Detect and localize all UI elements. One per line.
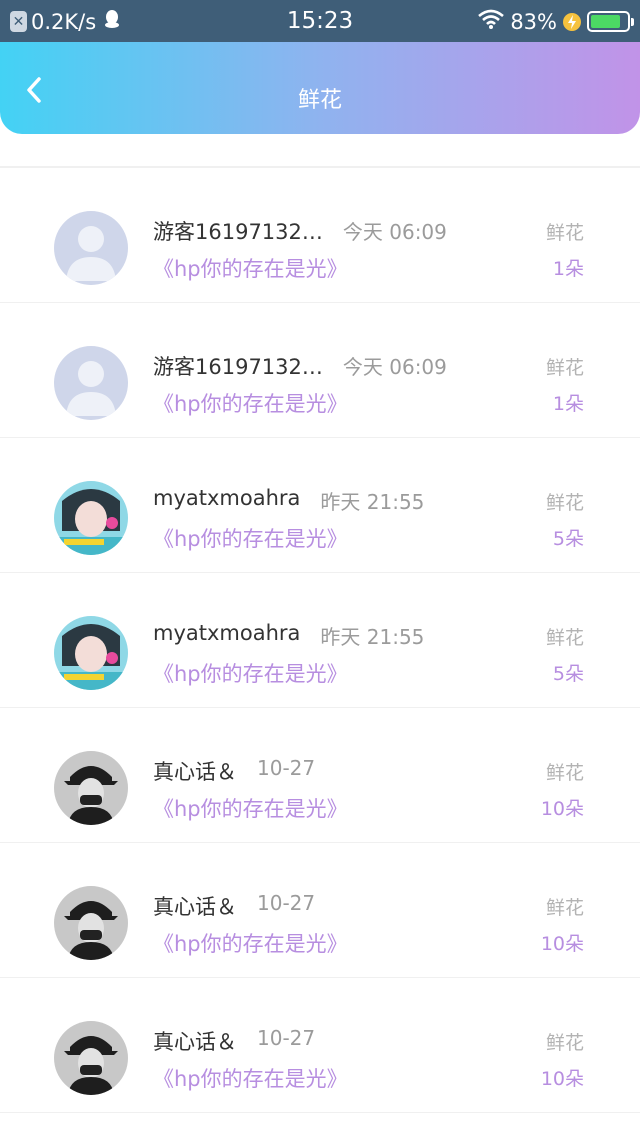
gift-type: 鲜花 xyxy=(545,357,584,379)
gift-count: 10朵 xyxy=(540,1068,584,1090)
book-title[interactable]: 《hp你的存在是光》 xyxy=(153,523,348,553)
book-title[interactable]: 《hp你的存在是光》 xyxy=(153,658,348,688)
gift-count: 5朵 xyxy=(552,528,584,550)
record-time: 昨天 21:55 xyxy=(320,625,425,649)
battery-icon xyxy=(587,11,634,32)
gift-type: 鲜花 xyxy=(545,762,584,784)
gift-count: 5朵 xyxy=(552,663,584,685)
flower-record-row[interactable]: 真心话＆ 10-27 《hp你的存在是光》 鲜花 10朵 xyxy=(0,708,640,843)
record-time: 今天 06:09 xyxy=(342,220,447,244)
flower-record-list: 游客16197132… 今天 06:09 《hp你的存在是光》 鲜花 1朵 游客… xyxy=(0,168,640,1113)
flower-record-row[interactable]: 真心话＆ 10-27 《hp你的存在是光》 鲜花 10朵 xyxy=(0,978,640,1113)
battery-percent: 83% xyxy=(510,9,557,34)
flower-record-row[interactable]: myatxmoahra 昨天 21:55 《hp你的存在是光》 鲜花 5朵 xyxy=(0,573,640,708)
avatar[interactable] xyxy=(54,751,128,825)
gift-type: 鲜花 xyxy=(545,492,584,514)
avatar[interactable] xyxy=(54,616,128,690)
user-name[interactable]: 真心话＆ xyxy=(153,891,237,921)
status-bar: ✕ 0.2K/s 15:23 83% xyxy=(0,0,640,42)
wifi-icon xyxy=(478,9,505,34)
flower-record-row[interactable]: 游客16197132… 今天 06:09 《hp你的存在是光》 鲜花 1朵 xyxy=(0,303,640,438)
gift-count: 1朵 xyxy=(552,258,584,280)
avatar[interactable] xyxy=(54,886,128,960)
user-name[interactable]: myatxmoahra xyxy=(153,621,300,645)
record-time: 10-27 xyxy=(257,891,316,915)
book-title[interactable]: 《hp你的存在是光》 xyxy=(153,253,348,283)
flower-record-row[interactable]: 游客16197132… 今天 06:09 《hp你的存在是光》 鲜花 1朵 xyxy=(0,168,640,303)
user-name[interactable]: 真心话＆ xyxy=(153,1026,237,1056)
user-name[interactable]: 真心话＆ xyxy=(153,756,237,786)
flower-record-row[interactable]: 真心话＆ 10-27 《hp你的存在是光》 鲜花 10朵 xyxy=(0,843,640,978)
user-name[interactable]: 游客16197132… xyxy=(153,216,323,246)
page-header: 鲜花 xyxy=(0,42,640,134)
record-time: 今天 06:09 xyxy=(342,355,447,379)
gift-type: 鲜花 xyxy=(545,627,584,649)
gift-type: 鲜花 xyxy=(545,222,584,244)
book-title[interactable]: 《hp你的存在是光》 xyxy=(153,388,348,418)
book-title[interactable]: 《hp你的存在是光》 xyxy=(153,1063,348,1093)
page-title: 鲜花 xyxy=(297,88,342,113)
flower-record-row[interactable]: myatxmoahra 昨天 21:55 《hp你的存在是光》 鲜花 5朵 xyxy=(0,438,640,573)
status-right: 83% xyxy=(478,9,634,34)
gift-count: 10朵 xyxy=(540,933,584,955)
gift-count: 1朵 xyxy=(552,393,584,415)
gift-count: 10朵 xyxy=(540,798,584,820)
avatar[interactable] xyxy=(54,346,128,420)
gift-type: 鲜花 xyxy=(545,897,584,919)
record-time: 昨天 21:55 xyxy=(320,490,425,514)
record-time: 10-27 xyxy=(257,756,316,780)
avatar[interactable] xyxy=(54,211,128,285)
battery-fill xyxy=(591,15,621,28)
book-title[interactable]: 《hp你的存在是光》 xyxy=(153,793,348,823)
book-title[interactable]: 《hp你的存在是光》 xyxy=(153,928,348,958)
user-name[interactable]: myatxmoahra xyxy=(153,486,300,510)
avatar[interactable] xyxy=(54,481,128,555)
record-time: 10-27 xyxy=(257,1026,316,1050)
user-name[interactable]: 游客16197132… xyxy=(153,351,323,381)
avatar[interactable] xyxy=(54,1021,128,1095)
charging-icon xyxy=(563,12,581,31)
gift-type: 鲜花 xyxy=(545,1032,584,1054)
